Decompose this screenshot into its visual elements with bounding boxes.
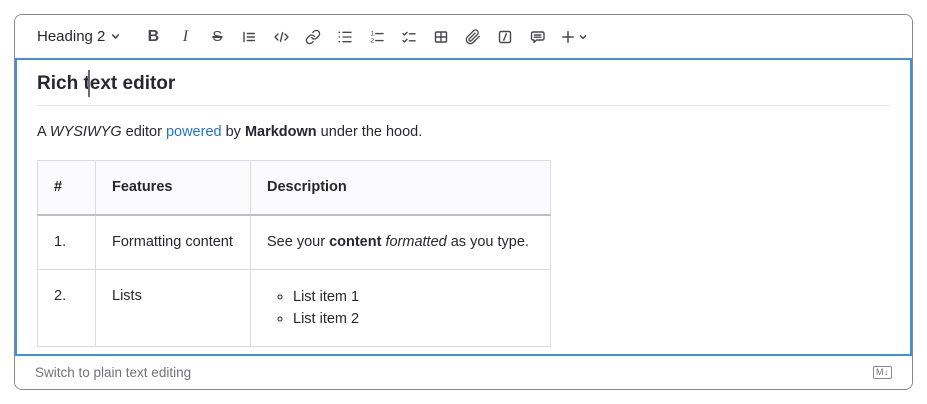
task-list-button[interactable] [393,22,425,52]
plus-icon [560,29,576,45]
document-table: # Features Description 1. Formatting con… [37,160,551,347]
quick-action-button[interactable] [489,22,521,52]
code-icon [273,29,290,45]
table-header-cell[interactable]: # [38,161,96,216]
text-style-dropdown[interactable]: Heading 2 [27,22,129,52]
description-italic-text: formatted [385,234,446,250]
ordered-list-icon: 12 [369,29,385,45]
list-item: List item 1 [293,286,534,308]
blockquote-icon [241,29,257,45]
paragraph-italic-text: WYSIWYG [50,124,122,140]
paragraph-text: A [37,124,50,140]
text-cursor [88,70,90,97]
bullet-list: List item 1 List item 2 [267,286,534,330]
chevron-down-icon [578,32,588,42]
task-list-icon [401,29,417,45]
editor-content-area[interactable]: Rich text editor A WYSIWYG editor powere… [15,58,912,356]
markdown-supported-icon[interactable]: M↓ [873,366,892,379]
powered-link[interactable]: powered [166,124,222,140]
table-header-cell[interactable]: Features [96,161,251,216]
table-cell-feature[interactable]: Lists [96,270,251,347]
bold-button[interactable]: B [137,22,169,52]
comment-icon [529,29,546,45]
table-button[interactable] [425,22,457,52]
table-cell-description[interactable]: List item 1 List item 2 [251,270,551,347]
quick-action-icon [497,29,513,45]
table-header-cell[interactable]: Description [251,161,551,216]
text-style-dropdown-label: Heading 2 [37,28,105,45]
paragraph-text: editor [122,124,166,140]
document-heading: Rich text editor [37,72,890,106]
paperclip-icon [465,29,481,45]
bullet-list-icon [337,29,353,45]
editor-footer: Switch to plain text editing M↓ [15,356,912,389]
chevron-down-icon [110,31,121,42]
description-text: See your [267,234,329,250]
italic-icon: I [183,28,188,46]
paragraph-text: by [222,124,245,140]
more-options-button[interactable] [553,22,595,52]
link-icon [305,29,321,45]
strikethrough-icon: S [212,28,222,45]
document-heading-text: Rich text editor [37,73,175,94]
switch-to-plain-text-button[interactable]: Switch to plain text editing [35,365,191,380]
table-icon [433,29,449,45]
paragraph-text: under the hood. [317,124,423,140]
table-cell-description[interactable]: See your content formatted as you type. [251,215,551,270]
table-cell-index[interactable]: 2. [38,270,96,347]
rich-text-editor: Heading 2 B I S [14,14,913,390]
attach-file-button[interactable] [457,22,489,52]
description-bold-text: content [329,234,381,250]
bold-icon: B [148,28,160,46]
document-paragraph: A WYSIWYG editor powered by Markdown und… [37,122,890,142]
comment-button[interactable] [521,22,553,52]
description-text: as you type. [447,234,529,250]
bullet-list-button[interactable] [329,22,361,52]
ordered-list-button[interactable]: 12 [361,22,393,52]
paragraph-bold-text: Markdown [245,124,317,140]
table-cell-index[interactable]: 1. [38,215,96,270]
svg-text:2: 2 [371,37,375,44]
code-button[interactable] [265,22,297,52]
strikethrough-button[interactable]: S [201,22,233,52]
svg-text:1: 1 [371,30,375,37]
list-item: List item 2 [293,308,534,330]
link-button[interactable] [297,22,329,52]
table-row: 2. Lists List item 1 List item 2 [38,270,551,347]
italic-button[interactable]: I [169,22,201,52]
table-row: 1. Formatting content See your content f… [38,215,551,270]
editor-toolbar: Heading 2 B I S [15,15,912,58]
table-header-row: # Features Description [38,161,551,216]
blockquote-button[interactable] [233,22,265,52]
table-cell-feature[interactable]: Formatting content [96,215,251,270]
